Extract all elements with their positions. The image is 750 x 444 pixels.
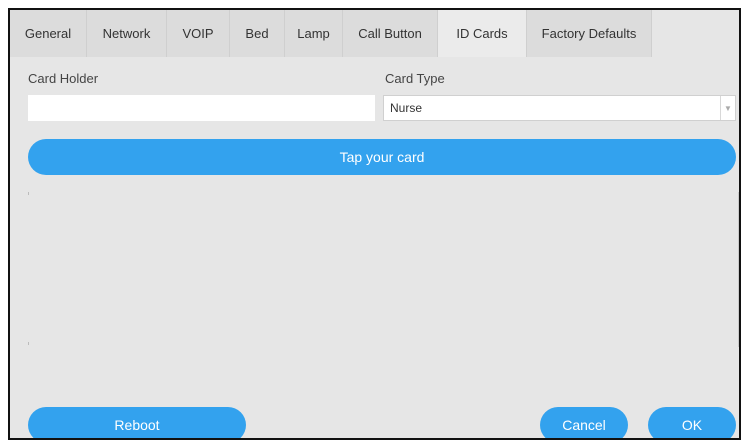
list-corner-mark [28,192,29,195]
tab-call-button[interactable]: Call Button [343,10,438,57]
cancel-button[interactable]: Cancel [540,407,628,438]
card-type-label: Card Type [385,71,445,86]
tab-id-cards[interactable]: ID Cards [438,10,527,57]
card-list-area [28,192,739,347]
card-type-value: Nurse [390,101,423,115]
card-type-select[interactable]: Nurse ▼ [383,95,736,121]
card-holder-input[interactable] [28,95,375,121]
tab-general[interactable]: General [10,10,87,57]
cancel-label: Cancel [562,417,606,433]
tab-bar: General Network VOIP Bed Lamp Call Butto… [10,10,739,57]
settings-dialog: General Network VOIP Bed Lamp Call Butto… [8,8,741,440]
tap-card-button[interactable]: Tap your card [28,139,736,175]
tap-card-label: Tap your card [339,149,425,165]
tab-bar-filler [652,10,739,57]
chevron-down-icon: ▼ [720,96,735,120]
card-holder-label: Card Holder [28,71,99,86]
tab-bed[interactable]: Bed [230,10,285,57]
ok-button[interactable]: OK [648,407,736,438]
tab-network[interactable]: Network [87,10,167,57]
tab-voip[interactable]: VOIP [167,10,230,57]
tab-lamp[interactable]: Lamp [285,10,343,57]
reboot-button[interactable]: Reboot [28,407,246,438]
tab-factory-defaults[interactable]: Factory Defaults [527,10,652,57]
reboot-label: Reboot [114,417,160,433]
ok-label: OK [681,417,703,433]
list-corner-mark [28,342,29,345]
